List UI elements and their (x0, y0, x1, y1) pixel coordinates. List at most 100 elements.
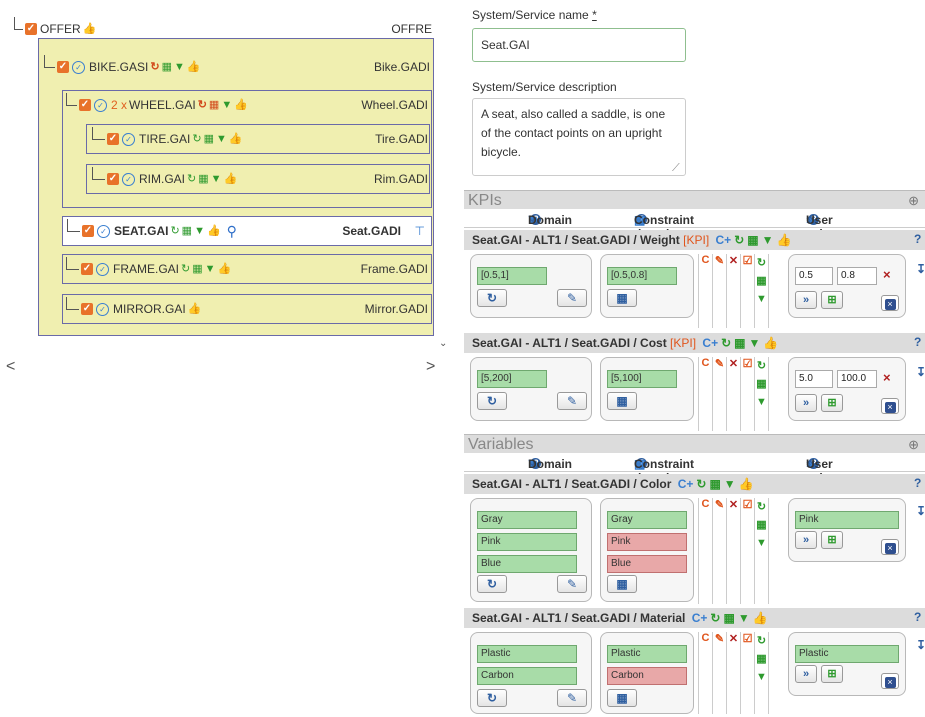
edit-domain-button[interactable]: ✎ (557, 689, 587, 707)
description-textarea[interactable]: A seat, also called a saddle, is one of … (472, 98, 686, 176)
filter-icon[interactable]: ▼ (749, 336, 761, 350)
checkbox-icon[interactable]: ✓ (25, 23, 37, 35)
refresh-icon[interactable]: ↻ (198, 99, 207, 111)
help-icon[interactable]: ? (914, 335, 921, 349)
user-max-input[interactable]: 100.0 (837, 370, 877, 388)
collapse-icon[interactable]: ⊕ (908, 435, 919, 454)
add-button[interactable]: ⊞ (821, 394, 843, 412)
add-button[interactable]: ⊞ (821, 291, 843, 309)
checkbox-icon[interactable]: ✓ (81, 303, 93, 315)
delete-icon[interactable]: ✕ (727, 498, 741, 604)
calculator-icon[interactable]: ▦ (734, 336, 745, 350)
tools-icon[interactable]: ↻ ▦ ▼ (755, 357, 769, 431)
refresh-icon[interactable]: ↻ (696, 477, 706, 491)
c-icon[interactable]: C (699, 254, 713, 328)
add-button[interactable]: ⊞ (821, 665, 843, 683)
refresh-icon[interactable]: ↻ (192, 133, 201, 145)
clear-icon[interactable]: × (883, 370, 891, 385)
user-max-input[interactable]: 0.8 (837, 267, 877, 285)
search-icon[interactable]: ⚲ (227, 224, 237, 238)
apply-button[interactable]: » (795, 394, 817, 412)
tools-icon[interactable]: ↻ ▦ ▼ (755, 254, 769, 328)
filter-icon[interactable]: ▼ (205, 263, 216, 275)
edit-icon[interactable]: ✎ (713, 357, 727, 431)
refresh-icon[interactable]: ↻ (721, 336, 731, 350)
edit-domain-button[interactable]: ✎ (557, 575, 587, 593)
checkbox-icon[interactable]: ☑ (741, 498, 755, 604)
clear-icon[interactable]: × (883, 267, 891, 282)
add-icon[interactable]: C+ (716, 233, 732, 247)
add-icon[interactable]: C+ (692, 611, 708, 625)
filter-icon[interactable]: ▼ (221, 99, 232, 111)
sort-icon[interactable]: ↧ (916, 262, 925, 276)
domain-value[interactable]: [0.5,1] (477, 267, 547, 285)
refresh-icon[interactable]: ↻ (181, 263, 190, 275)
tools-icon[interactable]: ↻ ▦ ▼ (755, 498, 769, 604)
refresh-icon[interactable]: ↻ (734, 233, 744, 247)
checkbox-icon[interactable]: ☑ (741, 632, 755, 714)
checkbox-icon[interactable]: ✓ (107, 173, 119, 185)
calculator-icon[interactable]: ▦ (182, 225, 192, 237)
filter-icon[interactable]: ▼ (194, 225, 205, 237)
tree-row-seat[interactable]: ✓ ✓ SEAT.GAI ↻ ▦ ▼ 👍 ⚲ Seat.GADI ⊤ (62, 216, 432, 246)
domain-value[interactable]: Plastic (477, 645, 577, 663)
checkbox-icon[interactable]: ☑ (741, 357, 755, 431)
apply-button[interactable]: » (795, 531, 817, 549)
resize-handle-icon[interactable]: ⟋ (672, 162, 680, 175)
collapse-icon[interactable]: ⊕ (908, 191, 919, 210)
scroll-right-button[interactable]: > (426, 358, 435, 376)
add-icon[interactable]: C+ (702, 336, 718, 350)
c-icon[interactable]: C (699, 357, 713, 431)
hierarchy-icon[interactable]: ⊤ (415, 224, 425, 238)
add-icon[interactable]: C+ (678, 477, 694, 491)
calculator-icon[interactable]: ▦ (747, 233, 758, 247)
tree-row-mirror[interactable]: ✓ ✓ MIRROR.GAI 👍 Mirror.GADI (66, 296, 428, 322)
apply-button[interactable]: » (795, 291, 817, 309)
edit-icon[interactable]: ✎ (713, 254, 727, 328)
help-icon[interactable]: ? (914, 232, 921, 246)
calculator-icon[interactable]: ▦ (192, 263, 202, 275)
calculator-icon[interactable]: ▦ (198, 173, 208, 185)
reset-domain-button[interactable]: ↻ (477, 689, 507, 707)
checkbox-icon[interactable]: ✓ (81, 263, 93, 275)
domain-value[interactable]: Carbon (477, 667, 577, 685)
reset-domain-button[interactable]: ↻ (477, 289, 507, 307)
sort-icon[interactable]: ↧ (916, 365, 925, 379)
delete-icon[interactable]: ✕ (727, 254, 741, 328)
checkbox-icon[interactable]: ✓ (79, 99, 91, 111)
calculator-icon[interactable]: ▦ (204, 133, 214, 145)
checkbox-icon[interactable]: ✓ (82, 225, 94, 237)
filter-icon[interactable]: ▼ (724, 477, 736, 491)
close-button[interactable]: × (881, 539, 899, 555)
add-button[interactable]: ⊞ (821, 531, 843, 549)
sort-icon[interactable]: ↧ (916, 638, 925, 652)
calculator-icon[interactable]: ▦ (209, 99, 219, 111)
refresh-icon[interactable]: ↻ (170, 225, 179, 237)
tree-row-tire[interactable]: ✓ ✓ TIRE.GAI ↻ ▦ ▼ 👍 Tire.GADI (92, 126, 428, 152)
delete-icon[interactable]: ✕ (727, 357, 741, 431)
user-min-input[interactable]: 0.5 (795, 267, 833, 285)
checkbox-icon[interactable]: ✓ (107, 133, 119, 145)
domain-value[interactable]: Blue (477, 555, 577, 573)
calculator-button[interactable]: ▦ (607, 392, 637, 410)
reset-domain-button[interactable]: ↻ (477, 575, 507, 593)
scroll-down-icon[interactable]: ⌄ (439, 338, 447, 349)
close-button[interactable]: × (881, 398, 899, 414)
name-input[interactable]: Seat.GAI (472, 28, 686, 62)
refresh-icon[interactable]: ↻ (710, 611, 720, 625)
calculator-icon[interactable]: ▦ (723, 611, 734, 625)
delete-icon[interactable]: ✕ (727, 632, 741, 714)
calculator-button[interactable]: ▦ (607, 575, 637, 593)
calculator-button[interactable]: ▦ (607, 289, 637, 307)
refresh-icon[interactable]: ↻ (150, 61, 159, 73)
scroll-left-button[interactable]: < (6, 358, 15, 376)
c-icon[interactable]: C (699, 498, 713, 604)
calculator-icon[interactable]: ▦ (162, 61, 172, 73)
edit-domain-button[interactable]: ✎ (557, 392, 587, 410)
domain-value[interactable]: Gray (477, 511, 577, 529)
refresh-icon[interactable]: ↻ (187, 173, 196, 185)
edit-icon[interactable]: ✎ (713, 632, 727, 714)
filter-icon[interactable]: ▼ (738, 611, 750, 625)
calculator-button[interactable]: ▦ (607, 689, 637, 707)
filter-icon[interactable]: ▼ (211, 173, 222, 185)
